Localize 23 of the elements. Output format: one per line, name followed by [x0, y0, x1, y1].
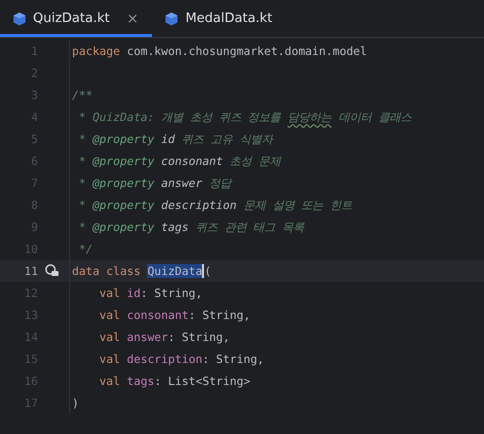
- code-line: val answer: String,: [98, 330, 230, 344]
- file-tab[interactable]: QuizData.kt ×: [0, 0, 152, 37]
- close-icon[interactable]: ×: [126, 10, 138, 26]
- code-line: package com.kwon.chosungmarket.domain.model: [71, 44, 367, 58]
- code-line: val id: String,: [98, 286, 202, 300]
- code-line: ): [71, 396, 79, 410]
- code-line: * @property tags 퀴즈 관련 태그 목록: [78, 220, 304, 234]
- code-line: * @property answer 정답: [78, 176, 232, 190]
- code-line: val tags: List<String>: [98, 374, 250, 388]
- code-line: /**: [71, 88, 93, 102]
- gutter-marker-icon[interactable]: [45, 264, 59, 278]
- code-line: * QuizData: 개별 초성 퀴즈 정보를 담당하는 데이터 클래스: [78, 110, 412, 124]
- code-line: val consonant: String,: [98, 308, 250, 322]
- code-line: val description: String,: [98, 352, 264, 366]
- code-line: * @property consonant 초성 문제: [78, 154, 281, 168]
- kotlin-file-icon: [13, 12, 26, 26]
- file-tab[interactable]: MedalData.kt: [152, 0, 286, 37]
- code-line: * @property id 퀴즈 고유 식별자: [78, 132, 272, 146]
- code-line: data class QuizData (: [71, 264, 212, 278]
- line-number: 11: [23, 264, 38, 278]
- code-line: */: [78, 242, 93, 256]
- kotlin-file-icon: [165, 12, 178, 26]
- code-line: * @property description 문제 설명 또는 힌트: [78, 198, 352, 212]
